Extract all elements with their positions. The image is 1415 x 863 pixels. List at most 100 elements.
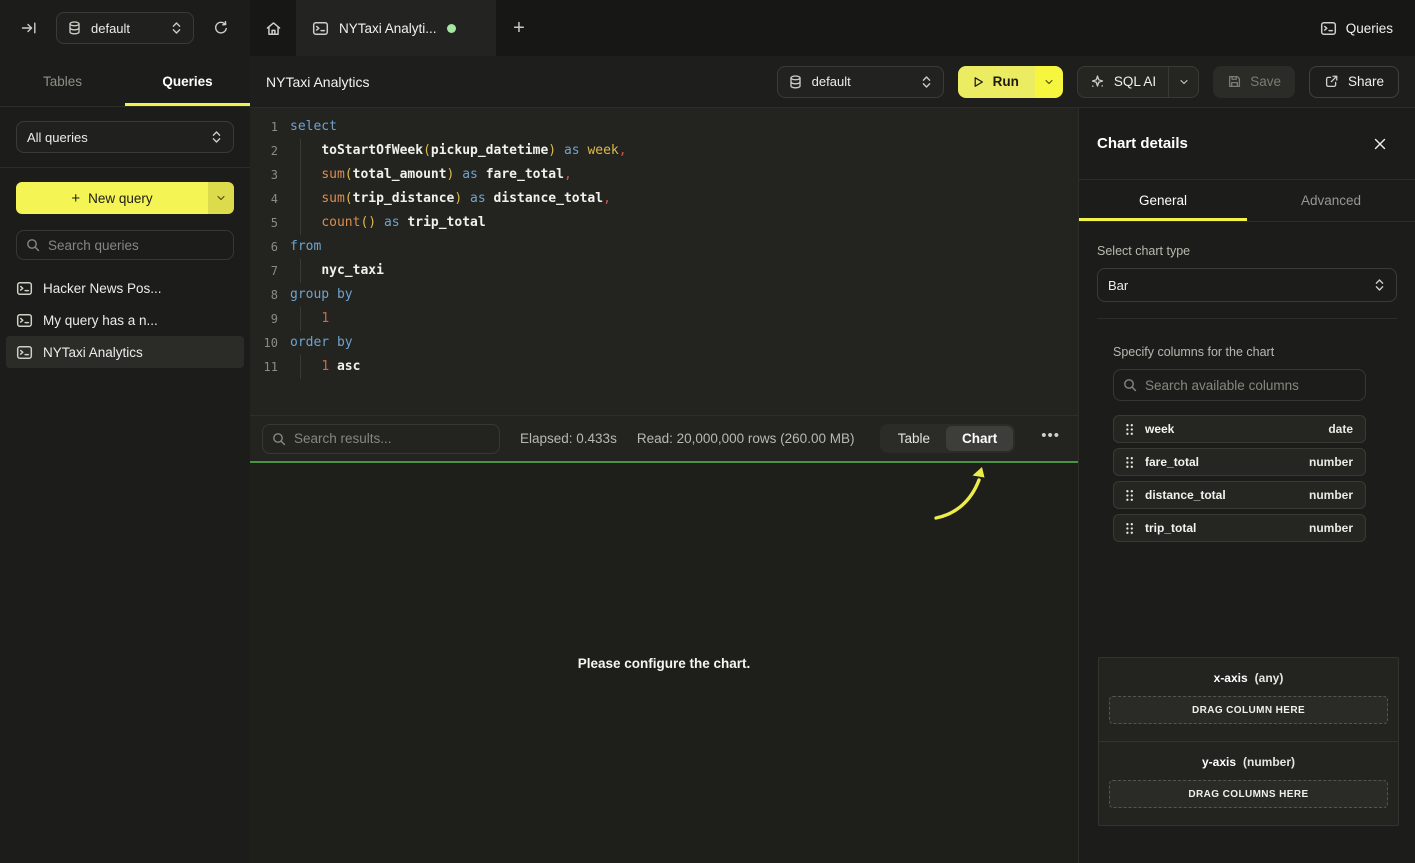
x-axis-drop-zone[interactable]: DRAG COLUMN HERE	[1109, 696, 1388, 724]
saved-query-item[interactable]: NYTaxi Analytics	[6, 336, 244, 368]
run-options-dropdown[interactable]	[1035, 66, 1063, 98]
view-toggle-table[interactable]: Table	[882, 426, 946, 451]
code-content: toStartOfWeek(pickup_datetime) as week,	[290, 139, 627, 163]
column-row-trip_total[interactable]: trip_totalnumber	[1113, 514, 1366, 542]
chart-type-label: Select chart type	[1097, 244, 1397, 258]
sidebar-tab-queries[interactable]: Queries	[125, 56, 250, 106]
column-type: number	[1309, 455, 1353, 469]
code-line[interactable]: 8group by	[250, 283, 1078, 307]
sql-ai-dropdown[interactable]	[1168, 67, 1198, 97]
new-query-main[interactable]: + New query	[16, 182, 208, 214]
query-icon	[1320, 20, 1337, 37]
run-button[interactable]: Run	[958, 66, 1063, 98]
code-line[interactable]: 4 sum(trip_distance) as distance_total,	[250, 187, 1078, 211]
share-label: Share	[1348, 74, 1384, 89]
axes-card: x-axis (any) DRAG COLUMN HERE y-axis	[1098, 657, 1399, 826]
search-queries-input[interactable]: Search queries	[16, 230, 234, 260]
chart-details-panel: Chart details GeneralAdvanced Select cha…	[1078, 108, 1415, 863]
header-database-selector[interactable]: default	[777, 66, 944, 98]
line-number: 9	[250, 307, 278, 331]
tab-title: NYTaxi Analyti...	[339, 21, 437, 36]
chart-type-select[interactable]: Bar	[1097, 268, 1397, 302]
query-title: NYTaxi Analytics	[266, 74, 369, 90]
elapsed-time: Elapsed: 0.433s	[520, 431, 617, 446]
save-label: Save	[1250, 74, 1281, 89]
search-queries-placeholder: Search queries	[48, 238, 139, 253]
code-line[interactable]: 10order by	[250, 331, 1078, 355]
view-toggle-chart[interactable]: Chart	[946, 426, 1013, 451]
save-icon	[1227, 74, 1242, 89]
panel-tabs: GeneralAdvanced	[1079, 180, 1415, 222]
chart-type-block: Select chart type Bar	[1079, 244, 1415, 302]
new-query-label: New query	[88, 191, 153, 206]
code-line[interactable]: 9 1	[250, 307, 1078, 331]
sidebar-body: All queries + New query	[0, 107, 250, 382]
select-updown-icon	[1373, 278, 1386, 292]
code-line[interactable]: 7 nyc_taxi	[250, 259, 1078, 283]
panel-tab-general[interactable]: General	[1079, 180, 1247, 221]
code-line[interactable]: 1select	[250, 115, 1078, 139]
new-tab-button[interactable]: +	[496, 0, 542, 56]
line-number: 2	[250, 139, 278, 163]
code-line[interactable]: 6 from	[250, 235, 1078, 259]
home-button[interactable]	[250, 0, 296, 56]
y-axis-drop-zone[interactable]: DRAG COLUMNS HERE	[1109, 780, 1388, 808]
share-icon	[1324, 74, 1339, 89]
sidebar-tab-tables[interactable]: Tables	[0, 56, 125, 106]
refresh-button[interactable]	[206, 13, 236, 43]
column-row-fare_total[interactable]: fare_total number	[1113, 448, 1366, 476]
share-button[interactable]: Share	[1309, 66, 1399, 98]
drag-grip-icon	[1125, 489, 1134, 502]
column-name: distance_total	[1145, 488, 1226, 502]
drag-grip-icon	[1125, 456, 1134, 469]
column-name: week	[1145, 422, 1174, 436]
collapse-sidebar-button[interactable]	[14, 13, 44, 43]
save-button[interactable]: Save	[1213, 66, 1295, 98]
column-name: trip_total	[1145, 521, 1196, 535]
sql-ai-main[interactable]: SQL AI	[1078, 67, 1168, 97]
plus-icon: +	[71, 190, 80, 207]
code-line[interactable]: 3 sum(total_amount) as fare_total,	[250, 163, 1078, 187]
tab-nytaxi-analytics[interactable]: NYTaxi Analyti...	[296, 0, 496, 56]
drag-grip-icon	[1125, 423, 1134, 436]
search-results-input[interactable]: Search results...	[262, 424, 500, 454]
saved-query-item[interactable]: Hacker News Pos...	[6, 272, 244, 304]
new-query-dropdown[interactable]	[208, 182, 234, 214]
database-icon	[788, 74, 803, 90]
sql-ai-button[interactable]: SQL AI	[1077, 66, 1199, 98]
panel-tab-advanced[interactable]: Advanced	[1247, 180, 1415, 221]
panel-divider	[1097, 318, 1397, 319]
line-number: 8	[250, 283, 278, 307]
chart-area: Please configure the chart.	[250, 463, 1078, 863]
code-line[interactable]: 11 1 asc	[250, 355, 1078, 379]
column-row-week[interactable]: weekdate	[1113, 415, 1366, 443]
column-name: fare_total	[1145, 455, 1199, 469]
select-updown-icon	[210, 130, 223, 144]
code-line[interactable]: 2 toStartOfWeek(pickup_datetime) as week…	[250, 139, 1078, 163]
queries-filter-select[interactable]: All queries	[16, 121, 234, 153]
line-number: 3	[250, 163, 278, 187]
column-row-distance_total[interactable]: distance_totalnumber	[1113, 481, 1366, 509]
line-number: 6	[250, 235, 278, 259]
saved-query-item[interactable]: My query has a n...	[6, 304, 244, 336]
sql-editor[interactable]: 1select2 toStartOfWeek(pickup_datetime) …	[250, 108, 1078, 415]
search-columns-input[interactable]: Search available columns	[1113, 369, 1366, 401]
topbar-database-selector[interactable]: default	[56, 12, 194, 44]
more-options-button[interactable]: •••	[1035, 427, 1066, 450]
panel-title: Chart details	[1097, 135, 1188, 152]
header-database-value: default	[812, 74, 911, 89]
new-query-button[interactable]: + New query	[16, 182, 234, 214]
run-main[interactable]: Run	[958, 66, 1035, 98]
columns-block: Specify columns for the chart Search ava…	[1113, 345, 1366, 542]
code-content: order by	[290, 331, 353, 355]
chart-type-value: Bar	[1108, 278, 1364, 293]
annotation-arrow-icon	[930, 464, 1000, 524]
query-header: NYTaxi Analytics default Run	[250, 56, 1415, 108]
queries-nav-button[interactable]: Queries	[1298, 0, 1415, 56]
chevron-down-icon	[1178, 76, 1190, 88]
workarea: 1select2 toStartOfWeek(pickup_datetime) …	[250, 108, 1078, 863]
panel-header: Chart details	[1079, 108, 1415, 180]
code-line[interactable]: 5 count() as trip_total	[250, 211, 1078, 235]
code-content: from	[290, 235, 321, 259]
close-panel-button[interactable]	[1365, 129, 1395, 159]
